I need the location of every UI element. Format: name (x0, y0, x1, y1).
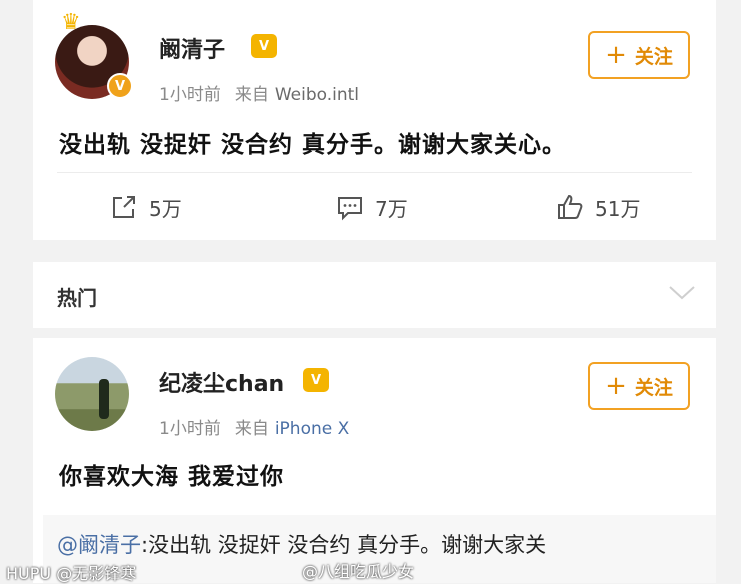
person-figure (99, 379, 109, 419)
plus-icon: + (605, 40, 627, 70)
thumbs-up-icon (558, 194, 583, 219)
weibo-page: ♛ V 阚清子 V 1小时前 来自 Weibo.intl + 关注 没出轨 没捉奸 … (33, 0, 716, 583)
post-card: ♛ V 阚清子 V 1小时前 来自 Weibo.intl + 关注 没出轨 没捉奸 … (33, 0, 716, 240)
post-content: 没出轨 没捉奸 没合约 真分手。谢谢大家关心。 (59, 132, 567, 158)
follow-label: 关注 (634, 376, 673, 399)
reply-time: 1小时前 (159, 419, 221, 439)
source-prefix: 来自 (234, 85, 269, 105)
reply-content: 你喜欢大海 我爱过你 (59, 464, 285, 490)
reply-meta: 1小时前 来自 iPhone X (159, 414, 349, 439)
poster-username[interactable]: 阚清子 (159, 32, 225, 64)
comment-button[interactable]: 7万 (335, 192, 408, 222)
watermark-right: @八组吃瓜少女 (302, 562, 415, 581)
replier-username[interactable]: 纪凌尘chan (159, 366, 284, 398)
share-count: 5万 (149, 196, 182, 221)
crown-icon: ♛ (61, 10, 81, 35)
post-actions: 5万 7万 51万 (33, 180, 716, 236)
share-button[interactable]: 5万 (109, 192, 182, 222)
post-source: Weibo.intl (274, 85, 360, 105)
watermark-left: HUPU @无影锋寒 (6, 564, 137, 583)
replier-avatar[interactable] (55, 357, 129, 431)
verified-badge-icon: V (107, 73, 133, 99)
source-prefix: 来自 (234, 419, 269, 439)
post-time: 1小时前 (159, 85, 221, 105)
like-count: 51万 (595, 196, 641, 221)
like-button[interactable]: 51万 (555, 192, 640, 222)
chevron-down-icon[interactable] (668, 284, 696, 302)
follow-button[interactable]: + 关注 (588, 362, 690, 410)
vip-badge-icon: V (303, 368, 329, 392)
hot-section-header[interactable]: 热门 (33, 262, 716, 328)
divider (57, 172, 692, 173)
post-meta: 1小时前 来自 Weibo.intl (159, 80, 359, 105)
comment-icon (338, 197, 362, 221)
hot-label: 热门 (57, 286, 97, 310)
vip-badge-icon: V (251, 34, 277, 58)
quote-text: :没出轨 没捉奸 没合约 真分手。谢谢大家关 (141, 533, 547, 557)
follow-label: 关注 (634, 45, 673, 68)
comment-count: 7万 (375, 196, 408, 221)
share-icon (113, 196, 135, 218)
quote-mention[interactable]: @阚清子 (57, 533, 141, 557)
reply-card: 纪凌尘chan V 1小时前 来自 iPhone X + 关注 你喜欢大海 我爱过你… (33, 338, 716, 583)
follow-button[interactable]: + 关注 (588, 31, 690, 79)
plus-icon: + (605, 371, 627, 401)
reply-source[interactable]: iPhone X (275, 419, 349, 439)
